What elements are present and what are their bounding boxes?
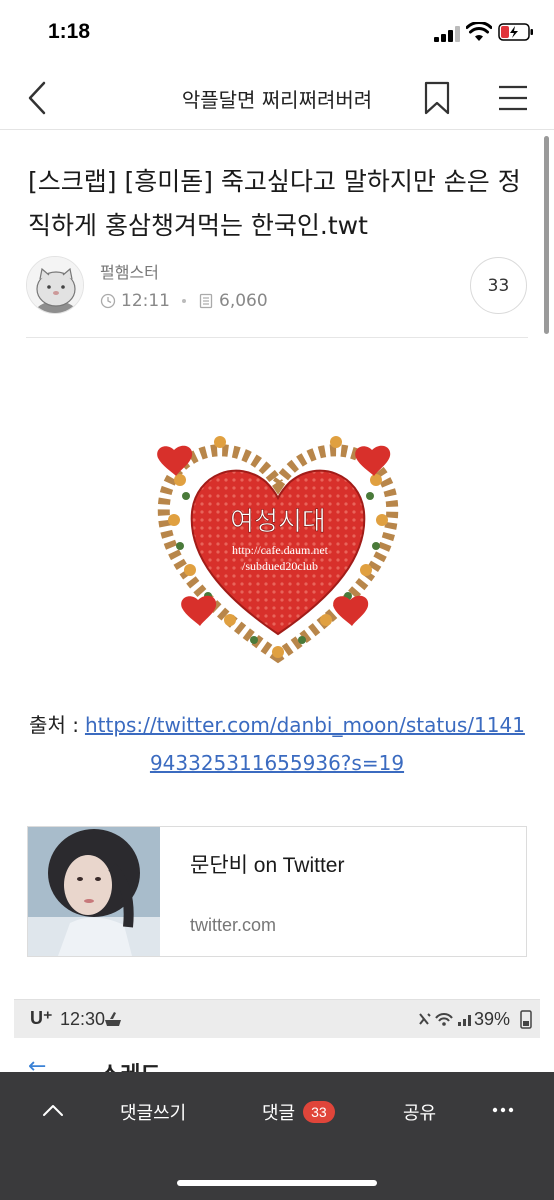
battery-charging-icon (498, 23, 533, 41)
board-title[interactable]: 악플달면 쩌리쩌려버려 (100, 84, 454, 113)
heart-logo-url-2: /subdued20club (242, 559, 318, 573)
hamster-avatar-icon (27, 257, 83, 313)
comments-button[interactable]: 댓글 33 (262, 1099, 335, 1125)
profile-photo-image (28, 827, 160, 956)
embedded-battery: 39% (474, 1009, 511, 1029)
write-comment-button[interactable]: 댓글쓰기 (120, 1099, 186, 1125)
heart-logo-text: 여성시대 (230, 507, 326, 537)
source-line-2: 943325311655936?s=19 (0, 744, 554, 782)
embedded-carrier: U⁺ (30, 1008, 53, 1028)
source-link[interactable]: https://twitter.com/danbi_moon/status/11… (85, 713, 525, 737)
scroll-top-button[interactable] (40, 1100, 66, 1120)
views-icon (199, 293, 213, 309)
share-button[interactable]: 공유 (403, 1099, 436, 1125)
comments-label: 댓글 (262, 1103, 296, 1124)
embedded-status-bar: U⁺ 12:30 39% (14, 1000, 540, 1038)
comments-count-badge: 33 (303, 1101, 335, 1123)
link-preview-thumbnail (28, 827, 160, 956)
post-meta: 12:11 6,060 (100, 290, 268, 312)
link-preview-card[interactable]: 문단비 on Twitter twitter.com (27, 826, 527, 957)
home-indicator[interactable] (177, 1180, 377, 1186)
post-time: 12:11 (121, 291, 170, 311)
clock-icon (100, 293, 116, 309)
source-line-1: 출처 : https://twitter.com/danbi_moon/statu… (0, 706, 554, 744)
meta-separator (182, 299, 186, 303)
app-header: 악플달면 쩌리쩌려버려 (0, 66, 554, 130)
source-link-continued[interactable]: 943325311655936?s=19 (150, 751, 404, 775)
heart-logo-url-1: http://cafe.daum.net (232, 543, 329, 557)
status-bar: 1:18 (0, 0, 554, 66)
cellular-signal-icon (434, 26, 460, 42)
embedded-battery-icon (520, 1010, 532, 1029)
author-name[interactable]: 펄햄스터 (100, 259, 159, 283)
embedded-app-notification-icon (105, 1012, 121, 1026)
source-line: 출처 : https://twitter.com/danbi_moon/statu… (0, 706, 554, 782)
divider (26, 337, 528, 338)
comment-count-button[interactable]: 33 (470, 257, 527, 314)
link-preview-title: 문단비 on Twitter (190, 854, 345, 877)
more-options-icon[interactable] (490, 1098, 516, 1122)
menu-button[interactable] (496, 82, 530, 114)
source-label: 출처 : (29, 713, 79, 737)
link-preview-domain: twitter.com (190, 915, 277, 935)
embedded-time: 12:30 (60, 1009, 106, 1029)
wifi-icon (466, 22, 492, 41)
heart-logo-image: 여성시대 http://cafe.daum.net /subdued20club (157, 436, 399, 664)
status-time: 1:18 (48, 20, 91, 43)
post-title: [스크랩] [흥미돋] 죽고싶다고 말하지만 손은 정직하게 홍삼챙겨먹는 한국… (28, 167, 521, 240)
back-button[interactable] (22, 80, 54, 116)
scroll-indicator[interactable] (544, 136, 549, 334)
view-count: 6,060 (219, 291, 268, 311)
bookmark-button[interactable] (422, 80, 452, 116)
author-avatar[interactable] (26, 256, 84, 314)
embedded-screenshot-image: U⁺ 12:30 39% ← 스레드 (14, 999, 540, 1079)
